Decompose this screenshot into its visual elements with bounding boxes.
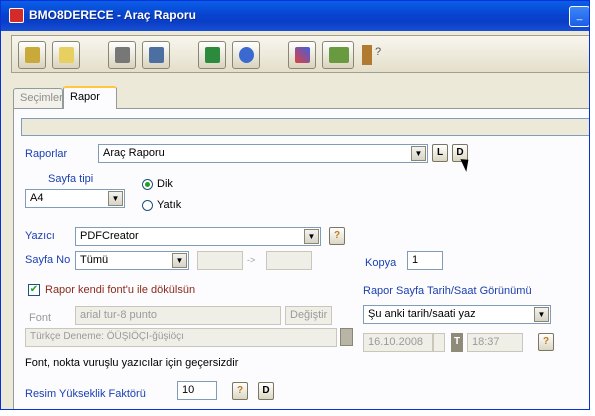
resim-label: Resim Yükseklik Faktörü	[25, 388, 146, 400]
minimize-icon[interactable]: _	[569, 6, 589, 27]
sayfa-no-label: Sayfa No	[25, 254, 71, 266]
date-spinner[interactable]	[433, 333, 445, 352]
figure-icon[interactable]	[362, 45, 372, 65]
chart-icon[interactable]	[322, 41, 354, 69]
raporlar-select[interactable]: Araç Raporu ▼	[98, 144, 428, 163]
excel-icon[interactable]	[198, 41, 226, 69]
font-preview-field: Türkçe Deneme: ÖÜŞIÖÇI-ğüşiöçı	[25, 328, 337, 347]
tree-icon[interactable]	[142, 41, 170, 69]
sayfa-tipi-select[interactable]: A4 ▼	[25, 189, 125, 208]
range-separator: ->	[247, 255, 256, 265]
chevron-down-icon[interactable]: ▼	[534, 307, 549, 322]
chevron-down-icon[interactable]: ▼	[172, 253, 187, 268]
clock-icon[interactable]	[232, 41, 260, 69]
resim-field[interactable]: 10	[177, 381, 217, 400]
chevron-down-icon[interactable]: ▼	[304, 229, 319, 244]
font-label: Font	[29, 312, 52, 324]
date-help-button[interactable]: ?	[538, 333, 554, 351]
font-note: Font, nokta vuruşlu yazıcılar için geçer…	[25, 357, 239, 369]
radio-dik[interactable]	[142, 179, 153, 190]
t-button[interactable]: T	[451, 333, 463, 352]
raporlar-label: Raporlar	[25, 148, 68, 160]
tab-rapor[interactable]: Rapor	[63, 86, 117, 109]
date-mode-value: Şu anki tarih/saati yaz	[368, 308, 476, 320]
app-icon	[9, 8, 24, 23]
font-field: arial tur-8 punto	[75, 306, 281, 325]
tab-secimler[interactable]: Seçimler	[13, 88, 63, 108]
date-mode-select[interactable]: Şu anki tarih/saati yaz ▼	[363, 305, 551, 324]
paint-icon[interactable]	[288, 41, 316, 69]
font-checkbox-label: Rapor kendi font'u ile dökülsün	[45, 284, 196, 296]
resim-d-button[interactable]: D	[258, 382, 274, 400]
degistir-button[interactable]: Değiştir	[285, 306, 332, 325]
help-button[interactable]: ?	[329, 227, 345, 245]
help-icon[interactable]: ?	[375, 46, 381, 58]
book-icon[interactable]	[18, 41, 46, 69]
page-to-field[interactable]	[266, 251, 312, 270]
time-field: 18:37	[467, 333, 523, 352]
document-icon[interactable]	[52, 41, 80, 69]
chevron-down-icon[interactable]: ▼	[108, 191, 123, 206]
date-field: 16.10.2008	[363, 333, 433, 352]
sayfa-tipi-label: Sayfa tipi	[48, 173, 94, 185]
font-checkbox[interactable]: ✔	[28, 284, 40, 296]
dik-label: Dik	[157, 178, 173, 190]
printer-icon[interactable]	[108, 41, 136, 69]
radio-yatik[interactable]	[142, 200, 153, 211]
title-bar: BMO8DERECE - Araç Raporu _	[1, 1, 589, 31]
font-dots-button[interactable]	[340, 328, 353, 346]
yazici-label: Yazıcı	[25, 230, 55, 242]
yazici-value: PDFCreator	[80, 230, 139, 242]
info-strip	[21, 118, 589, 136]
sayfa-no-value: Tümü	[80, 254, 109, 266]
resim-help-button[interactable]: ?	[232, 382, 248, 400]
sayfa-tipi-value: A4	[30, 192, 44, 204]
yatik-label: Yatık	[157, 199, 182, 211]
date-header: Rapor Sayfa Tarih/Saat Görünümü	[363, 285, 532, 297]
page-from-field[interactable]	[197, 251, 243, 270]
kopya-field[interactable]: 1	[407, 251, 443, 270]
raporlar-value: Araç Raporu	[103, 147, 165, 159]
kopya-label: Kopya	[365, 257, 397, 269]
chevron-down-icon[interactable]: ▼	[411, 146, 426, 161]
l-button[interactable]: L	[432, 144, 448, 162]
window-title: BMO8DERECE - Araç Raporu	[29, 8, 196, 22]
sayfa-no-select[interactable]: Tümü ▼	[75, 251, 189, 270]
yazici-select[interactable]: PDFCreator ▼	[75, 227, 321, 246]
toolbar: ?	[11, 35, 589, 73]
app-window: BMO8DERECE - Araç Raporu _ ? Seçimler Ra…	[0, 0, 590, 410]
